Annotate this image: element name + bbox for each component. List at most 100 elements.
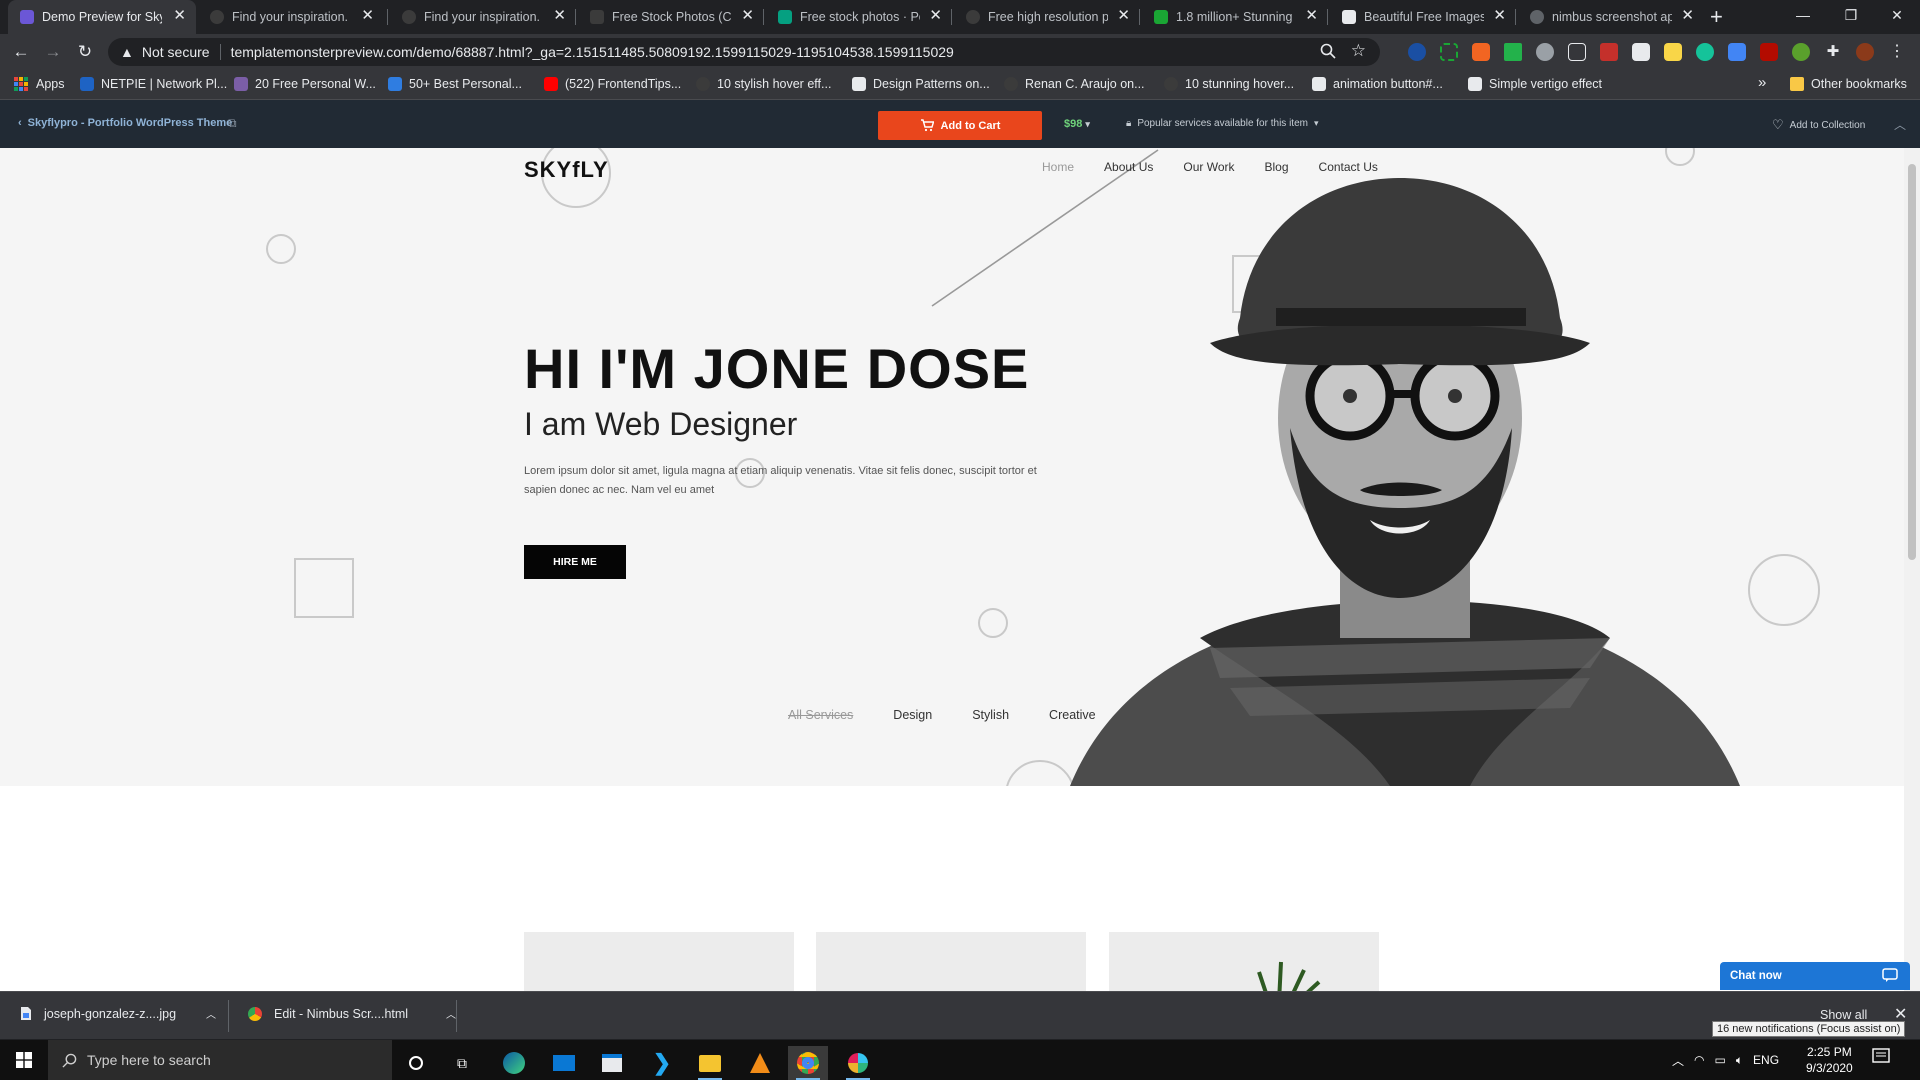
chrome-taskbar-icon[interactable] xyxy=(788,1046,828,1080)
action-center-icon[interactable] xyxy=(1872,1048,1890,1071)
browser-tab[interactable]: Free Stock Photos (CC0 ✕ xyxy=(578,0,764,34)
menu-kebab-icon[interactable]: ⋮ xyxy=(1888,43,1906,61)
edge-icon[interactable] xyxy=(494,1046,534,1080)
close-window-icon[interactable]: ✕ xyxy=(1874,0,1920,30)
nav-blog[interactable]: Blog xyxy=(1265,160,1289,174)
adblock-icon[interactable] xyxy=(1600,43,1618,61)
close-tab-icon[interactable]: ✕ xyxy=(173,8,186,24)
browser-tab[interactable]: Find your inspiration. | ✕ xyxy=(198,0,384,34)
task-view-icon[interactable]: ⧉ xyxy=(442,1046,482,1080)
extension-icon[interactable] xyxy=(1472,43,1490,61)
tray-chevron-up-icon[interactable]: ︿ xyxy=(1672,1052,1684,1069)
close-tab-icon[interactable]: ✕ xyxy=(929,8,942,24)
other-bookmarks[interactable]: Other bookmarks xyxy=(1790,77,1907,91)
nav-our-work[interactable]: Our Work xyxy=(1183,160,1234,174)
reload-icon[interactable]: ↻ xyxy=(74,41,96,63)
portfolio-card[interactable] xyxy=(524,932,794,991)
file-explorer-icon[interactable] xyxy=(690,1046,730,1080)
extension-icon[interactable] xyxy=(1408,43,1426,61)
add-to-collection-button[interactable]: ♡ Add to Collection xyxy=(1772,117,1865,133)
scrollbar-thumb[interactable] xyxy=(1908,164,1916,560)
chevron-up-icon[interactable]: ︿ xyxy=(446,1006,456,1021)
collapse-chevron-up-icon[interactable]: ︿ xyxy=(1894,116,1906,133)
bookmark-item[interactable]: NETPIE | Network Pl... xyxy=(80,77,227,91)
bookmark-item[interactable]: Renan C. Araujo on... xyxy=(1004,77,1145,91)
portfolio-card[interactable] xyxy=(816,932,1086,991)
download-item[interactable]: joseph-gonzalez-z....jpg ︿ xyxy=(20,1006,216,1021)
bookmark-item[interactable]: Design Patterns on... xyxy=(852,77,990,91)
profile-avatar[interactable] xyxy=(1856,43,1874,61)
extension-icon[interactable] xyxy=(1440,43,1458,61)
page-scrollbar[interactable] xyxy=(1904,148,1920,991)
bookmark-apps[interactable]: Apps xyxy=(14,77,65,91)
minimize-icon[interactable]: — xyxy=(1780,0,1826,30)
tab-creative[interactable]: Creative xyxy=(1049,708,1096,722)
close-tab-icon[interactable]: ✕ xyxy=(1117,8,1130,24)
extension-icon[interactable] xyxy=(1632,43,1650,61)
slack-icon[interactable] xyxy=(838,1046,878,1080)
download-item[interactable]: Edit - Nimbus Scr....html ︿ xyxy=(248,1006,456,1021)
browser-tab[interactable]: Free high resolution ph ✕ xyxy=(954,0,1140,34)
extension-icon[interactable] xyxy=(1568,43,1586,61)
chevron-up-icon[interactable]: ︿ xyxy=(206,1006,216,1021)
nav-contact-us[interactable]: Contact Us xyxy=(1319,160,1378,174)
store-icon[interactable] xyxy=(592,1046,632,1080)
close-tab-icon[interactable]: ✕ xyxy=(1681,8,1694,24)
gear-extension-icon[interactable] xyxy=(1536,43,1554,61)
speaker-icon[interactable]: 🔈︎ xyxy=(1736,1053,1743,1068)
bookmark-item[interactable]: 10 stylish hover eff... xyxy=(696,77,831,91)
browser-tab[interactable]: Free stock photos · Pex ✕ xyxy=(766,0,952,34)
translate-icon[interactable] xyxy=(1728,43,1746,61)
browser-tab[interactable]: 1.8 million+ Stunning F ✕ xyxy=(1142,0,1328,34)
new-tab-button[interactable]: + xyxy=(1710,4,1723,30)
bookmark-item[interactable]: Simple vertigo effect xyxy=(1468,77,1602,91)
language-indicator[interactable]: ENG xyxy=(1753,1053,1779,1067)
battery-icon[interactable]: ▭ xyxy=(1715,1053,1726,1067)
taskbar-search[interactable]: Type here to search xyxy=(48,1040,392,1080)
url-text[interactable]: templatemonsterpreview.com/demo/68887.ht… xyxy=(231,44,954,60)
bookmark-item[interactable]: 20 Free Personal W... xyxy=(234,77,376,91)
tab-stylish[interactable]: Stylish xyxy=(972,708,1009,722)
restore-icon[interactable]: ❐ xyxy=(1828,0,1874,30)
pdf-icon[interactable] xyxy=(1760,43,1778,61)
site-logo[interactable]: SKYfLY xyxy=(524,157,609,183)
bookmarks-overflow-chevron-icon[interactable]: » xyxy=(1758,74,1766,91)
chat-now-widget[interactable]: Chat now xyxy=(1720,962,1910,990)
browser-tab[interactable]: Beautiful Free Images & ✕ xyxy=(1330,0,1516,34)
extension-icon[interactable] xyxy=(1664,43,1682,61)
grammarly-icon[interactable] xyxy=(1696,43,1714,61)
close-tab-icon[interactable]: ✕ xyxy=(1493,8,1506,24)
windows-start-icon[interactable] xyxy=(0,1040,48,1080)
mail-icon[interactable] xyxy=(544,1046,584,1080)
tab-design[interactable]: Design xyxy=(893,708,932,722)
bookmark-star-icon[interactable]: ☆ xyxy=(1351,41,1366,61)
tab-all-services[interactable]: All Services xyxy=(788,708,853,722)
forward-arrow-icon[interactable]: → xyxy=(42,41,64,63)
close-tab-icon[interactable]: ✕ xyxy=(553,8,566,24)
address-bar[interactable]: ▲ Not secure templatemonsterpreview.com/… xyxy=(108,38,1380,66)
browser-tab[interactable]: nimbus screenshot app ✕ xyxy=(1518,0,1704,34)
cortana-icon[interactable] xyxy=(396,1046,436,1080)
portfolio-card[interactable] xyxy=(1109,932,1379,991)
back-arrow-icon[interactable]: ← xyxy=(10,41,32,63)
browser-tab-active[interactable]: Demo Preview for Skyfl ✕ xyxy=(8,0,196,34)
taskbar-clock[interactable]: 2:25 PM 9/3/2020 xyxy=(1806,1044,1853,1076)
bookmark-item[interactable]: 10 stunning hover... xyxy=(1164,77,1294,91)
add-to-cart-button[interactable]: Add to Cart xyxy=(878,111,1042,140)
show-all-downloads-button[interactable]: Show all xyxy=(1820,1008,1867,1022)
close-tab-icon[interactable]: ✕ xyxy=(741,8,754,24)
close-tab-icon[interactable]: ✕ xyxy=(361,8,374,24)
vlc-icon[interactable] xyxy=(740,1046,780,1080)
price-dropdown[interactable]: $98 ▾ xyxy=(1064,118,1090,130)
browser-tab[interactable]: Find your inspiration. | ✕ xyxy=(390,0,576,34)
external-link-icon[interactable]: ⧉ xyxy=(228,116,237,131)
back-to-theme-link[interactable]: ‹ Skyflypro - Portfolio WordPress Theme xyxy=(18,117,232,129)
wifi-icon[interactable]: ◠ xyxy=(1694,1053,1704,1067)
extension-icon[interactable] xyxy=(1792,43,1810,61)
zoom-icon[interactable] xyxy=(1320,43,1336,62)
bookmark-item[interactable]: 50+ Best Personal... xyxy=(388,77,522,91)
nav-about-us[interactable]: About Us xyxy=(1104,160,1153,174)
puzzle-extensions-icon[interactable]: ✚ xyxy=(1824,43,1842,61)
nav-home[interactable]: Home xyxy=(1042,160,1074,174)
bookmark-item[interactable]: (522) FrontendTips... xyxy=(544,77,681,91)
